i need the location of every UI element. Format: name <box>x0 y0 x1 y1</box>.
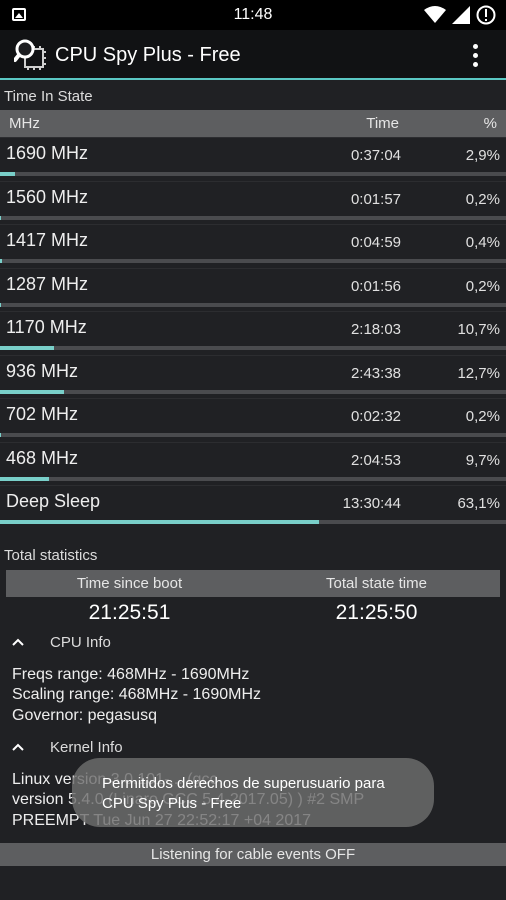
state-progress-track <box>0 389 506 394</box>
cpu-info-toggle[interactable]: CPU Info <box>12 631 111 653</box>
state-percent: 0,2% <box>465 277 500 295</box>
state-frequency: Deep Sleep <box>6 491 101 511</box>
total-state-time-label: Total state time <box>326 575 427 592</box>
state-percent: 9,7% <box>465 451 500 469</box>
state-time: 0:37:04 <box>350 147 401 164</box>
state-percent: 12,7% <box>457 364 500 382</box>
state-percent: 0,2% <box>465 190 500 208</box>
governor: Governor: pegasusq <box>12 707 157 724</box>
state-progress-fill <box>0 520 320 524</box>
column-mhz: MHz <box>9 115 40 132</box>
state-progress-track <box>0 302 506 307</box>
state-percent: 63,1% <box>457 495 500 512</box>
overflow-menu-icon[interactable] <box>464 40 486 70</box>
battery-alert-icon <box>476 5 496 25</box>
state-progress-track <box>0 520 506 524</box>
state-progress-fill <box>0 172 15 176</box>
time-in-state-label: Time In State <box>4 88 93 105</box>
state-progress-fill <box>0 476 50 481</box>
state-frequency: 702 MHz <box>6 404 79 424</box>
state-progress-track <box>0 476 506 481</box>
state-frequency: 1287 MHz <box>6 273 89 294</box>
cable-events-status: Listening for cable events OFF <box>0 843 506 866</box>
chevron-up-icon <box>12 638 24 646</box>
state-progress-track <box>0 259 506 263</box>
state-progress-fill <box>0 389 65 394</box>
state-time: 0:01:57 <box>350 190 401 208</box>
root-granted-toast: Permitidos derechos de superusuario para… <box>72 758 434 827</box>
state-progress-fill <box>0 302 1 307</box>
state-percent: 0,4% <box>465 234 500 251</box>
state-row: Deep Sleep 13:30:44 63,1% <box>0 485 506 529</box>
status-bar: 11:48 <box>0 0 506 30</box>
total-state-time-value: 21:25:50 <box>335 601 418 624</box>
column-percent: % <box>483 115 497 132</box>
state-progress-track <box>0 172 506 176</box>
chevron-up-icon <box>12 743 24 751</box>
total-statistics-label: Total statistics <box>4 547 98 564</box>
time-in-state-header: MHz Time % <box>0 110 506 137</box>
toast-line-1: Permitidos derechos de superusuario para <box>102 775 385 792</box>
toast-line-2: CPU Spy Plus - Free <box>102 795 242 812</box>
state-time: 2:18:03 <box>350 321 401 338</box>
state-row: 1287 MHz 0:01:56 0,2% <box>0 267 506 312</box>
cpu-magnifier-icon <box>14 39 46 70</box>
time-since-boot-value: 21:25:51 <box>88 601 171 624</box>
appbar-accent-line <box>0 78 506 80</box>
state-frequency: 1690 MHz <box>6 143 89 163</box>
state-frequency: 1417 MHz <box>6 230 89 250</box>
state-row: 468 MHz 2:04:53 9,7% <box>0 441 506 486</box>
state-time: 13:30:44 <box>342 495 401 512</box>
scaling-range: Scaling range: 468MHz - 1690MHz <box>12 686 262 703</box>
state-progress-fill <box>0 259 3 263</box>
kernel-info-toggle[interactable]: Kernel Info <box>12 736 123 758</box>
state-row: 702 MHz 0:02:32 0,2% <box>0 398 506 442</box>
state-frequency: 936 MHz <box>6 360 79 381</box>
state-time: 0:04:59 <box>350 234 401 251</box>
state-progress-fill <box>0 346 55 350</box>
state-progress-track <box>0 433 506 437</box>
state-percent: 10,7% <box>457 321 500 338</box>
state-time: 0:01:56 <box>350 277 401 295</box>
state-frequency: 1560 MHz <box>6 186 89 207</box>
state-time: 2:43:38 <box>350 364 401 382</box>
state-progress-track <box>0 346 506 350</box>
app-title: CPU Spy Plus - Free <box>55 44 241 66</box>
state-percent: 2,9% <box>465 147 500 164</box>
state-row: 936 MHz 2:43:38 12,7% <box>0 354 506 399</box>
column-time: Time <box>366 115 399 132</box>
state-row: 1560 MHz 0:01:57 0,2% <box>0 180 506 225</box>
state-time: 0:02:32 <box>350 408 401 425</box>
state-row: 1417 MHz 0:04:59 0,4% <box>0 224 506 268</box>
state-time: 2:04:53 <box>350 451 401 469</box>
state-progress-fill <box>0 215 1 220</box>
state-percent: 0,2% <box>465 408 500 425</box>
state-frequency: 1170 MHz <box>6 317 87 337</box>
cpu-info-label: CPU Info <box>50 633 111 651</box>
freqs-range: Freqs range: 468MHz - 1690MHz <box>12 666 250 683</box>
time-since-boot-label: Time since boot <box>76 575 183 592</box>
state-row: 1690 MHz 0:37:04 2,9% <box>0 137 506 181</box>
kernel-info-label: Kernel Info <box>50 738 123 756</box>
status-icons <box>424 5 496 25</box>
state-frequency: 468 MHz <box>6 447 79 468</box>
state-row: 1170 MHz 2:18:03 10,7% <box>0 311 506 355</box>
statistics-header: Time since boot Total state time <box>6 570 500 597</box>
state-progress-fill <box>0 433 1 437</box>
state-progress-track <box>0 215 506 220</box>
signal-icon <box>452 6 470 24</box>
wifi-icon <box>424 6 446 23</box>
